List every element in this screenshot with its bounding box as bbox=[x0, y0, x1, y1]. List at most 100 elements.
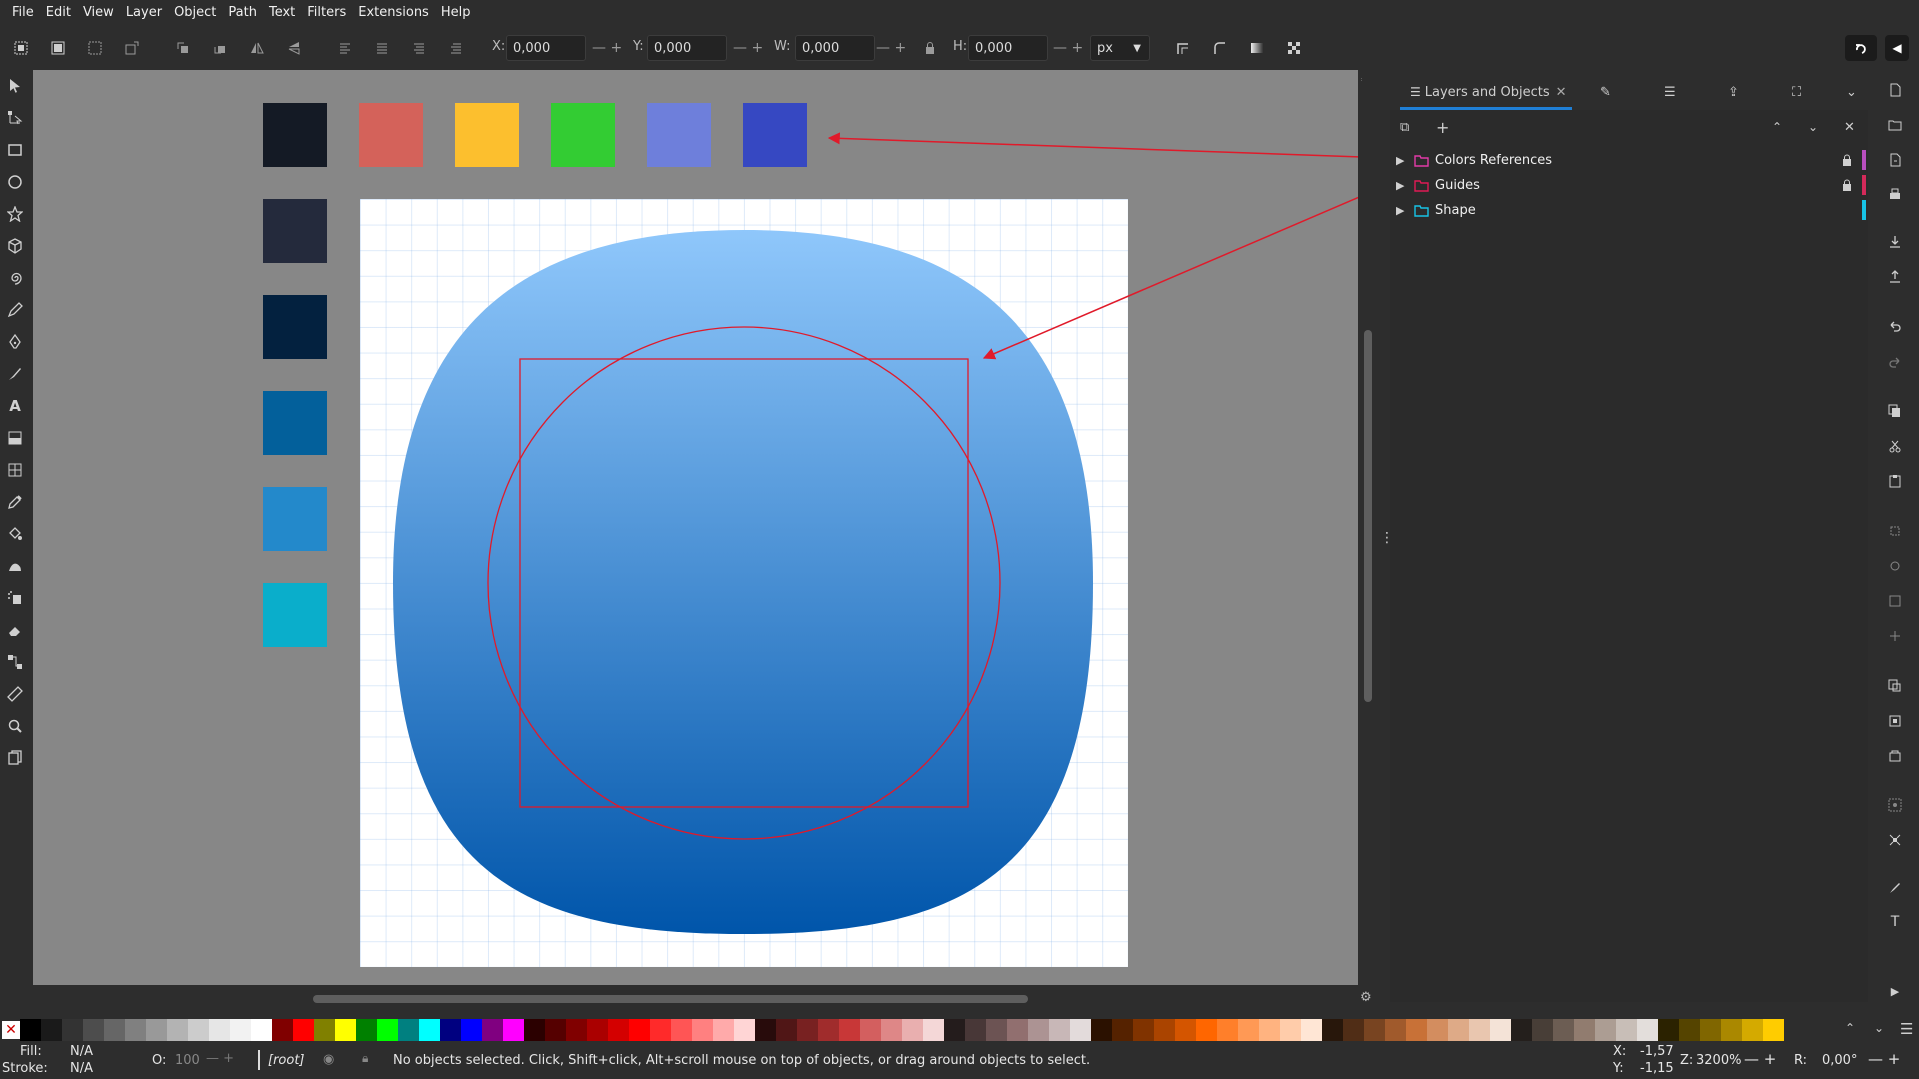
move-up-icon[interactable]: ⌃ bbox=[1772, 120, 1788, 136]
palette-swatch[interactable] bbox=[1175, 1019, 1196, 1041]
palette-swatch[interactable] bbox=[1196, 1019, 1217, 1041]
transform-patterns-icon[interactable] bbox=[1283, 37, 1305, 59]
fill-stroke-icon[interactable] bbox=[1887, 880, 1903, 896]
palette-swatch[interactable] bbox=[1301, 1019, 1322, 1041]
group-icon[interactable] bbox=[1887, 797, 1903, 813]
x-stepper[interactable]: — + bbox=[592, 35, 622, 61]
palette-swatch[interactable] bbox=[20, 1019, 41, 1041]
palette-swatch[interactable] bbox=[230, 1019, 251, 1041]
print-icon[interactable] bbox=[1887, 187, 1903, 203]
palette-swatch[interactable] bbox=[335, 1019, 356, 1041]
expand-triangle-icon[interactable]: ▶ bbox=[1396, 179, 1404, 192]
add-object-icon[interactable]: + bbox=[1436, 118, 1452, 137]
palette-scroll-down-icon[interactable]: ⌄ bbox=[1874, 1021, 1884, 1035]
pages-tool-icon[interactable] bbox=[5, 748, 25, 768]
star-tool-icon[interactable] bbox=[5, 204, 25, 224]
rotate-cw-icon[interactable] bbox=[209, 37, 231, 59]
import-icon[interactable] bbox=[1887, 234, 1903, 250]
horizontal-scroll-thumb[interactable] bbox=[313, 995, 1028, 1003]
palette-swatch[interactable] bbox=[1574, 1019, 1595, 1041]
palette-swatch[interactable] bbox=[1385, 1019, 1406, 1041]
palette-swatch[interactable] bbox=[314, 1019, 335, 1041]
rotation-field[interactable]: 0,00° bbox=[1822, 1053, 1857, 1068]
palette-swatch[interactable] bbox=[524, 1019, 545, 1041]
canvas[interactable] bbox=[33, 70, 1358, 985]
menu-layer[interactable]: Layer bbox=[120, 0, 168, 26]
layer-row[interactable]: ▶ Colors References bbox=[1390, 148, 1868, 172]
palette-menu-icon[interactable]: ☰ bbox=[1900, 1020, 1913, 1038]
palette-swatch[interactable] bbox=[755, 1019, 776, 1041]
palette-swatch[interactable] bbox=[986, 1019, 1007, 1041]
palette-swatch[interactable] bbox=[1427, 1019, 1448, 1041]
open-file-icon[interactable] bbox=[1887, 117, 1903, 133]
tab-overflow[interactable]: ⌄ bbox=[1846, 82, 1857, 102]
palette-swatch[interactable] bbox=[1721, 1019, 1742, 1041]
palette-swatch[interactable] bbox=[1091, 1019, 1112, 1041]
snap-toggle-icon[interactable] bbox=[1845, 35, 1877, 61]
tab-fill-stroke[interactable]: ✎ bbox=[1600, 82, 1611, 102]
zoom-center-icon[interactable] bbox=[1887, 628, 1903, 644]
zoom-field[interactable]: 3200% bbox=[1696, 1053, 1741, 1068]
opacity-stepper[interactable]: — + bbox=[206, 1051, 234, 1066]
palette-swatch[interactable] bbox=[1616, 1019, 1637, 1041]
palette-swatch[interactable] bbox=[902, 1019, 923, 1041]
menu-path[interactable]: Path bbox=[222, 0, 263, 26]
lower-icon[interactable] bbox=[408, 37, 430, 59]
lock-icon[interactable] bbox=[1842, 179, 1852, 191]
duplicate-icon[interactable] bbox=[1887, 678, 1903, 694]
vertical-scroll-thumb[interactable] bbox=[1364, 330, 1372, 702]
expand-triangle-icon[interactable]: ▶ bbox=[1396, 204, 1404, 217]
select-all-layers-icon[interactable] bbox=[47, 37, 69, 59]
palette-swatch[interactable] bbox=[1322, 1019, 1343, 1041]
palette-swatch[interactable] bbox=[146, 1019, 167, 1041]
menu-filters[interactable]: Filters bbox=[301, 0, 352, 26]
lock-icon[interactable] bbox=[1842, 154, 1852, 166]
palette-swatch[interactable] bbox=[1679, 1019, 1700, 1041]
raise-to-top-icon[interactable] bbox=[334, 37, 356, 59]
palette-swatch[interactable] bbox=[1511, 1019, 1532, 1041]
palette-swatch[interactable] bbox=[41, 1019, 62, 1041]
palette-swatch[interactable] bbox=[923, 1019, 944, 1041]
add-layer-icon[interactable]: ⧉ bbox=[1400, 120, 1416, 136]
palette-swatch[interactable] bbox=[818, 1019, 839, 1041]
rectangle-tool-icon[interactable] bbox=[5, 140, 25, 160]
palette-swatch[interactable] bbox=[734, 1019, 755, 1041]
palette-swatch[interactable] bbox=[188, 1019, 209, 1041]
menu-help[interactable]: Help bbox=[435, 0, 477, 26]
palette-swatch[interactable] bbox=[251, 1019, 272, 1041]
h-field[interactable]: 0,000 bbox=[968, 35, 1048, 61]
opacity-field[interactable]: 100 bbox=[175, 1053, 200, 1068]
palette-swatch[interactable] bbox=[1469, 1019, 1490, 1041]
copy-icon[interactable] bbox=[1887, 403, 1903, 419]
palette-swatch[interactable] bbox=[965, 1019, 986, 1041]
palette-swatch[interactable] bbox=[1154, 1019, 1175, 1041]
palette-swatch[interactable] bbox=[944, 1019, 965, 1041]
palette-swatch[interactable] bbox=[461, 1019, 482, 1041]
palette-swatch[interactable] bbox=[377, 1019, 398, 1041]
palette-swatch[interactable] bbox=[1742, 1019, 1763, 1041]
zoom-selection-icon[interactable] bbox=[1887, 523, 1903, 539]
palette-scroll-up-icon[interactable]: ⌃ bbox=[1845, 1021, 1855, 1035]
palette-swatch[interactable] bbox=[104, 1019, 125, 1041]
palette-swatch[interactable] bbox=[1532, 1019, 1553, 1041]
palette-swatch[interactable] bbox=[797, 1019, 818, 1041]
x-field[interactable]: 0,000 bbox=[506, 35, 586, 61]
palette-swatch[interactable] bbox=[356, 1019, 377, 1041]
raise-icon[interactable] bbox=[371, 37, 393, 59]
palette-swatch[interactable] bbox=[1637, 1019, 1658, 1041]
layer-row[interactable]: ▶ Guides bbox=[1390, 173, 1868, 197]
palette-swatch[interactable] bbox=[1700, 1019, 1721, 1041]
palette-swatch[interactable] bbox=[650, 1019, 671, 1041]
selector-tool-icon[interactable] bbox=[5, 76, 25, 96]
menu-view[interactable]: View bbox=[77, 0, 120, 26]
palette-swatch[interactable] bbox=[839, 1019, 860, 1041]
mesh-tool-icon[interactable] bbox=[5, 460, 25, 480]
lock-proportions-icon[interactable] bbox=[919, 37, 941, 59]
palette-swatch[interactable] bbox=[1049, 1019, 1070, 1041]
menu-file[interactable]: File bbox=[6, 0, 40, 26]
palette-swatch[interactable] bbox=[692, 1019, 713, 1041]
clone-icon[interactable] bbox=[1887, 713, 1903, 729]
zoom-stepper[interactable]: — + bbox=[1744, 1050, 1776, 1068]
paste-icon[interactable] bbox=[1887, 473, 1903, 489]
pencil-tool-icon[interactable] bbox=[5, 300, 25, 320]
